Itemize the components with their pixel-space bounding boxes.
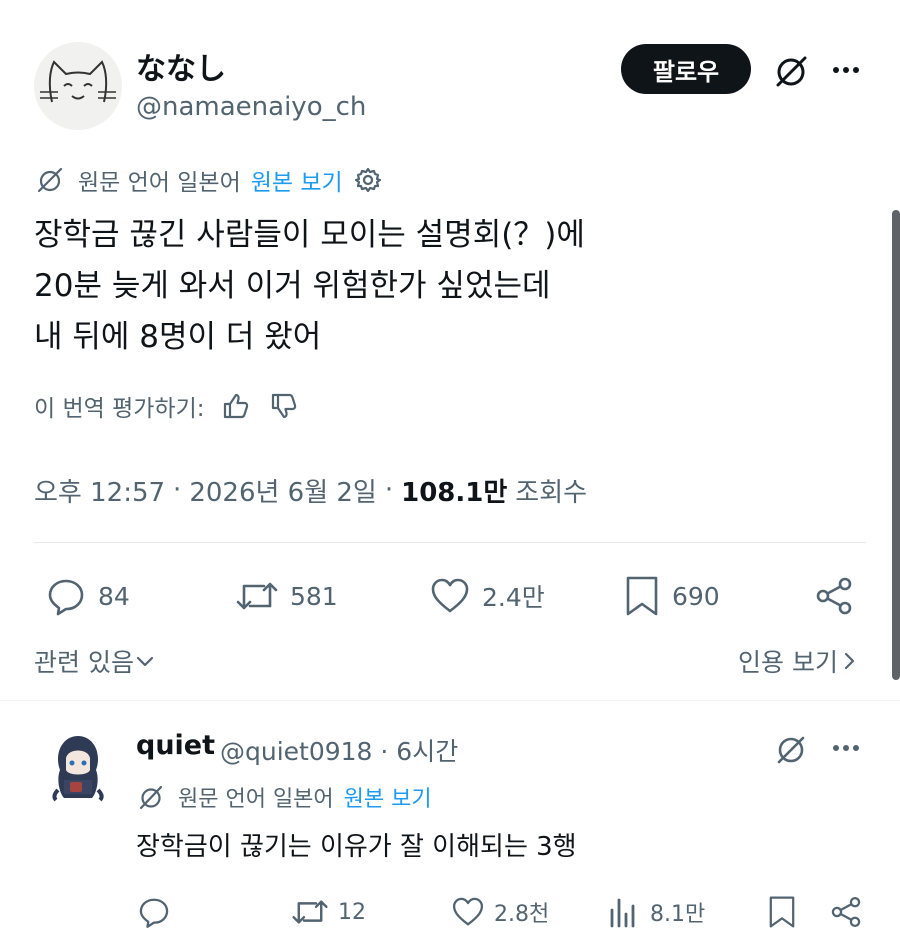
- divider: [0, 700, 900, 701]
- more-icon[interactable]: [826, 730, 866, 770]
- reply-button[interactable]: 84: [44, 574, 130, 618]
- reply-body: 장학금이 끊기는 이유가 잘 이해되는 3행: [136, 832, 577, 862]
- chevron-right-icon: [844, 652, 855, 670]
- gear-icon[interactable]: [353, 165, 383, 195]
- more-icon[interactable]: [826, 50, 866, 90]
- translation-note-text: 원문 언어 일본어: [178, 787, 334, 812]
- thumbs-down-icon[interactable]: [267, 389, 301, 423]
- views-label: 조회수: [515, 477, 588, 508]
- grok-icon[interactable]: [770, 50, 812, 92]
- bookmark-icon: [769, 896, 795, 928]
- post-meta: 오후 12:57 · 2026년 6월 2일 · 108.1만 조회수: [34, 470, 587, 510]
- like-button[interactable]: 2.4만: [428, 574, 545, 618]
- view-original-link[interactable]: 원본 보기: [251, 163, 343, 197]
- view-quotes-label: 인용 보기: [738, 648, 838, 677]
- post-time[interactable]: 오후 12:57: [34, 472, 165, 509]
- author-avatar[interactable]: [34, 42, 122, 130]
- view-original-link[interactable]: 원본 보기: [344, 781, 432, 813]
- related-toggle[interactable]: 관련 있음: [34, 643, 156, 679]
- repost-icon: [236, 582, 278, 610]
- reply-reply-button[interactable]: [136, 892, 172, 932]
- grok-icon: [139, 785, 163, 810]
- author-display-name[interactable]: ななし: [136, 44, 226, 88]
- reply-views-button[interactable]: 8.1만: [606, 892, 705, 932]
- post-body-line: 내 뒤에 8명이 더 왔어: [34, 319, 322, 355]
- divider: [34, 542, 866, 543]
- bookmark-button[interactable]: 690: [622, 574, 720, 618]
- repost-count: 581: [290, 581, 338, 611]
- related-label: 관련 있음: [34, 648, 134, 677]
- meta-separator: ·: [384, 475, 394, 505]
- translation-note-text: 원문 언어 일본어: [78, 170, 241, 196]
- views-icon: [610, 898, 635, 928]
- reply-avatar[interactable]: [48, 730, 108, 802]
- meta-separator: ·: [173, 475, 182, 505]
- reply-author-name[interactable]: quiet: [136, 730, 215, 761]
- repost-icon: [292, 900, 328, 924]
- reply-avatar-image: [52, 736, 104, 802]
- post-date[interactable]: 2026년 6월 2일: [189, 472, 377, 509]
- translation-note: 원문 언어 일본어 원본 보기: [34, 164, 383, 196]
- follow-button[interactable]: 팔로우: [621, 44, 751, 94]
- reply-share-button[interactable]: [828, 892, 864, 932]
- reply-count: 84: [98, 581, 130, 611]
- post-body-line: 장학금 끊긴 사람들이 모이는 설명회(？)에: [34, 217, 585, 253]
- share-button[interactable]: [812, 574, 856, 618]
- heart-icon: [431, 578, 469, 613]
- author-handle[interactable]: @namaenaiyo_ch: [136, 92, 366, 122]
- like-count: 2.4만: [482, 583, 545, 612]
- bookmark-icon: [626, 576, 658, 616]
- repost-button[interactable]: 581: [234, 574, 338, 618]
- reply-views-count: 8.1만: [650, 902, 706, 927]
- scrollbar[interactable]: [892, 210, 900, 680]
- cat-avatar-icon: [40, 60, 116, 103]
- post-body: 장학금 끊긴 사람들이 모이는 설명회(？)에 20분 늦게 와서 이거 위험한…: [34, 210, 585, 363]
- reply-repost-count: 12: [338, 899, 366, 925]
- view-quotes-link[interactable]: 인용 보기: [738, 643, 860, 679]
- share-icon: [816, 577, 852, 615]
- bookmark-count: 690: [672, 581, 720, 611]
- reply-icon: [48, 579, 84, 616]
- heart-icon: [452, 897, 484, 926]
- grok-icon: [37, 167, 63, 193]
- reply-repost-button[interactable]: 12: [290, 892, 366, 932]
- chevron-down-icon: [136, 656, 154, 667]
- thumbs-up-icon[interactable]: [219, 389, 253, 423]
- post-body-line: 20분 늦게 와서 이거 위험한가 싶었는데: [34, 268, 551, 304]
- reply-icon: [139, 898, 169, 928]
- share-icon: [831, 896, 861, 928]
- views-count: 108.1만: [401, 477, 508, 508]
- rate-translation-row: 이 번역 평가하기:: [34, 388, 301, 424]
- reply-like-count: 2.8천: [494, 902, 550, 927]
- grok-icon[interactable]: [772, 730, 810, 768]
- rate-translation-label: 이 번역 평가하기:: [34, 396, 205, 422]
- reply-translation-note: 원문 언어 일본어 원본 보기: [136, 781, 432, 813]
- reply-like-button[interactable]: 2.8천: [450, 892, 549, 932]
- reply-handle-time[interactable]: @quiet0918 · 6시간: [220, 732, 458, 768]
- reply-bookmark-button[interactable]: [766, 892, 798, 932]
